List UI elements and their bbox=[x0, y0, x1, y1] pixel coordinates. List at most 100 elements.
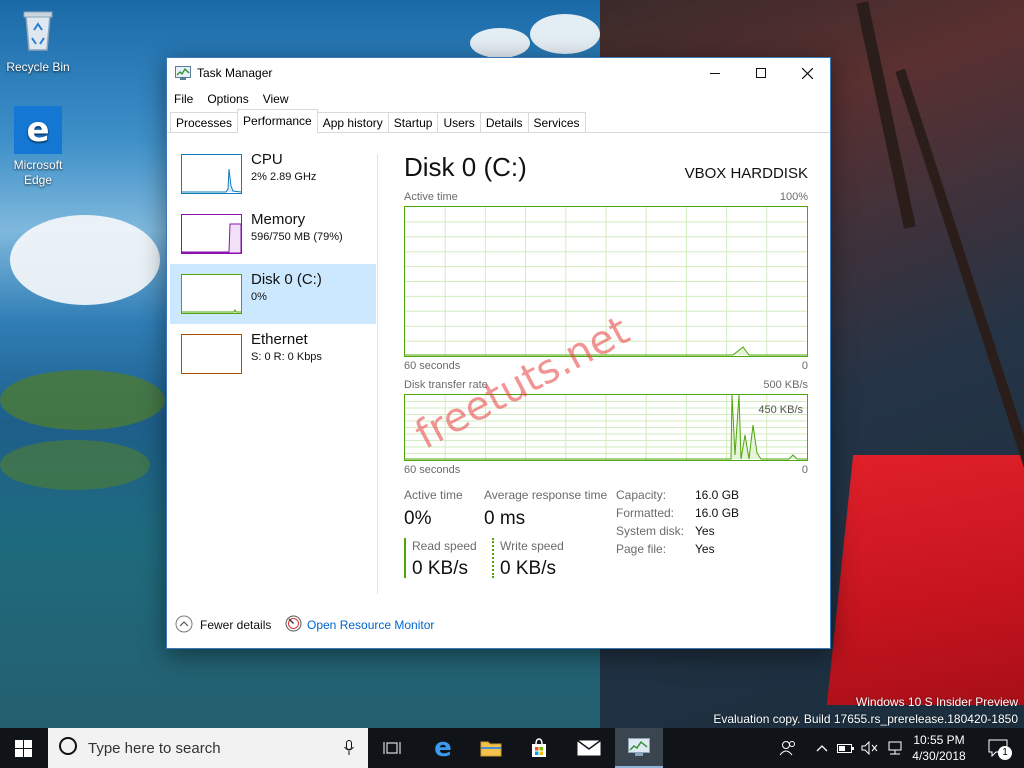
menu-options[interactable]: Options bbox=[207, 92, 248, 106]
maximize-icon bbox=[756, 68, 766, 78]
desktop-icon-recycle-bin[interactable]: Recycle Bin bbox=[0, 8, 76, 75]
tab-services[interactable]: Services bbox=[527, 112, 586, 132]
notification-count-badge: 1 bbox=[998, 746, 1012, 760]
sidebar-item-memory[interactable]: Memory 596/750 MB (79%) bbox=[170, 204, 376, 264]
stat-write-label: Write speed bbox=[500, 539, 564, 553]
task-manager-icon bbox=[628, 738, 650, 756]
sidebar-item-disk[interactable]: Disk 0 (C:) 0% bbox=[170, 264, 376, 324]
open-resource-monitor-link[interactable]: Open Resource Monitor bbox=[307, 618, 434, 632]
chevron-up-circle-icon[interactable] bbox=[175, 615, 193, 636]
prop-capacity-value: 16.0 GB bbox=[695, 488, 740, 502]
graph-inner-scale: 450 KB/s bbox=[758, 404, 803, 416]
tab-users[interactable]: Users bbox=[437, 112, 481, 132]
tab-processes[interactable]: Processes bbox=[170, 112, 239, 132]
stat-active-time-label: Active time bbox=[404, 488, 463, 502]
network-button[interactable] bbox=[884, 728, 906, 768]
tab-details[interactable]: Details bbox=[479, 112, 529, 132]
prop-capacity-label: Capacity: bbox=[616, 488, 667, 502]
watermark-line: Windows 10 S Insider Preview bbox=[855, 695, 1018, 709]
desktop-icon-label: Recycle Bin bbox=[6, 60, 70, 74]
sidebar-item-ethernet[interactable]: Ethernet S: 0 R: 0 Kbps bbox=[170, 324, 376, 384]
graph-active-time-label: Active time bbox=[404, 191, 458, 203]
maximize-button[interactable] bbox=[738, 58, 784, 88]
menu-file[interactable]: File bbox=[174, 92, 193, 106]
sidebar-item-value: 0% bbox=[251, 291, 267, 303]
sidebar-item-value: 596/750 MB (79%) bbox=[251, 231, 343, 243]
close-button[interactable] bbox=[784, 58, 830, 88]
watermark-line: Evaluation copy. Build 17655.rs_prerelea… bbox=[713, 712, 1018, 726]
sidebar-item-cpu[interactable]: CPU 2% 2.89 GHz bbox=[170, 144, 376, 204]
start-button[interactable] bbox=[0, 728, 46, 768]
sidebar-item-value: 2% 2.89 GHz bbox=[251, 171, 317, 183]
sidebar-item-label: Disk 0 (C:) bbox=[251, 271, 322, 288]
taskbar-task-manager[interactable] bbox=[615, 728, 663, 768]
graph-transfer-rate-label: Disk transfer rate bbox=[404, 379, 488, 391]
taskbar-search-box[interactable]: Type here to search bbox=[48, 728, 368, 768]
battery-status[interactable] bbox=[836, 728, 856, 768]
fewer-details-link[interactable]: Fewer details bbox=[200, 618, 271, 632]
graph-x-right: 0 bbox=[801, 464, 808, 476]
volume-button[interactable] bbox=[860, 728, 880, 768]
task-manager-window: Task Manager File Options View Processes… bbox=[166, 57, 831, 649]
file-explorer-icon bbox=[480, 741, 502, 757]
task-view-button[interactable] bbox=[369, 728, 415, 768]
microphone-icon[interactable] bbox=[344, 740, 354, 761]
close-icon bbox=[801, 67, 813, 79]
minimize-button[interactable] bbox=[692, 58, 738, 88]
clock-date: 4/30/2018 bbox=[912, 749, 966, 763]
edge-icon: e bbox=[434, 733, 452, 763]
tab-strip: Processes Performance App history Startu… bbox=[167, 109, 830, 133]
show-hidden-icons-button[interactable] bbox=[812, 728, 832, 768]
desktop-icon-label: Microsoft Edge bbox=[13, 158, 63, 187]
mail-icon bbox=[577, 740, 601, 756]
task-view-icon bbox=[383, 742, 401, 754]
performance-content: CPU 2% 2.89 GHz Memory 596/750 MB (79%) … bbox=[167, 134, 830, 604]
title-bar[interactable]: Task Manager bbox=[167, 58, 830, 88]
window-footer: Fewer details Open Resource Monitor bbox=[167, 611, 830, 641]
taskbar-clock[interactable]: 10:55 PM 4/30/2018 bbox=[906, 732, 972, 764]
taskbar-mail[interactable] bbox=[566, 728, 612, 768]
sidebar-item-value: S: 0 R: 0 Kbps bbox=[251, 351, 322, 363]
stat-avg-response-value: 0 ms bbox=[484, 508, 526, 529]
taskbar-store[interactable] bbox=[516, 728, 562, 768]
edge-icon: e bbox=[14, 106, 62, 154]
tab-app-history[interactable]: App history bbox=[316, 112, 389, 132]
prop-formatted-value: 16.0 GB bbox=[695, 506, 740, 520]
sidebar-item-label: CPU bbox=[251, 151, 283, 168]
store-icon bbox=[532, 738, 546, 757]
desktop-icon-edge[interactable]: e Microsoft Edge bbox=[0, 106, 76, 188]
detail-title: Disk 0 (C:) bbox=[404, 152, 527, 182]
stat-active-time-value: 0% bbox=[404, 508, 432, 529]
taskbar-edge[interactable]: e bbox=[420, 728, 466, 768]
sidebar-item-label: Memory bbox=[251, 211, 306, 228]
taskbar-file-explorer[interactable] bbox=[468, 728, 514, 768]
wallpaper-cloud bbox=[530, 14, 600, 54]
wallpaper-cloud bbox=[10, 215, 160, 305]
stat-read-value: 0 KB/s bbox=[412, 558, 468, 579]
chevron-up-icon bbox=[816, 745, 828, 752]
disk-model: VBOX HARDDISK bbox=[684, 165, 808, 182]
wallpaper-cloud bbox=[470, 28, 530, 58]
graph-transfer-rate-max: 500 KB/s bbox=[763, 379, 808, 391]
prop-page-file-value: Yes bbox=[695, 542, 715, 556]
sidebar-item-label: Ethernet bbox=[251, 331, 308, 348]
network-icon bbox=[888, 741, 902, 755]
graph-x-left: 60 seconds bbox=[404, 464, 461, 476]
tab-startup[interactable]: Startup bbox=[387, 112, 439, 132]
action-center-button[interactable]: 1 bbox=[978, 728, 1018, 768]
stat-avg-response-label: Average response time bbox=[484, 488, 608, 502]
panel-divider[interactable] bbox=[377, 154, 378, 594]
speaker-muted-icon bbox=[861, 741, 878, 755]
memory-mini-graph bbox=[181, 214, 242, 254]
graph-x-left: 60 seconds bbox=[404, 360, 461, 372]
menu-view[interactable]: View bbox=[263, 92, 289, 106]
resource-sidebar: CPU 2% 2.89 GHz Memory 596/750 MB (79%) … bbox=[170, 144, 376, 384]
wallpaper-island bbox=[0, 440, 150, 490]
active-time-graph bbox=[404, 206, 808, 357]
write-speed-marker bbox=[492, 538, 494, 578]
windows-evaluation-watermark: Windows 10 S Insider Preview Evaluation … bbox=[713, 694, 1018, 728]
people-button[interactable] bbox=[776, 728, 800, 768]
stat-read-label: Read speed bbox=[412, 539, 477, 553]
tab-performance[interactable]: Performance bbox=[237, 109, 318, 133]
prop-system-disk-label: System disk: bbox=[616, 524, 685, 538]
